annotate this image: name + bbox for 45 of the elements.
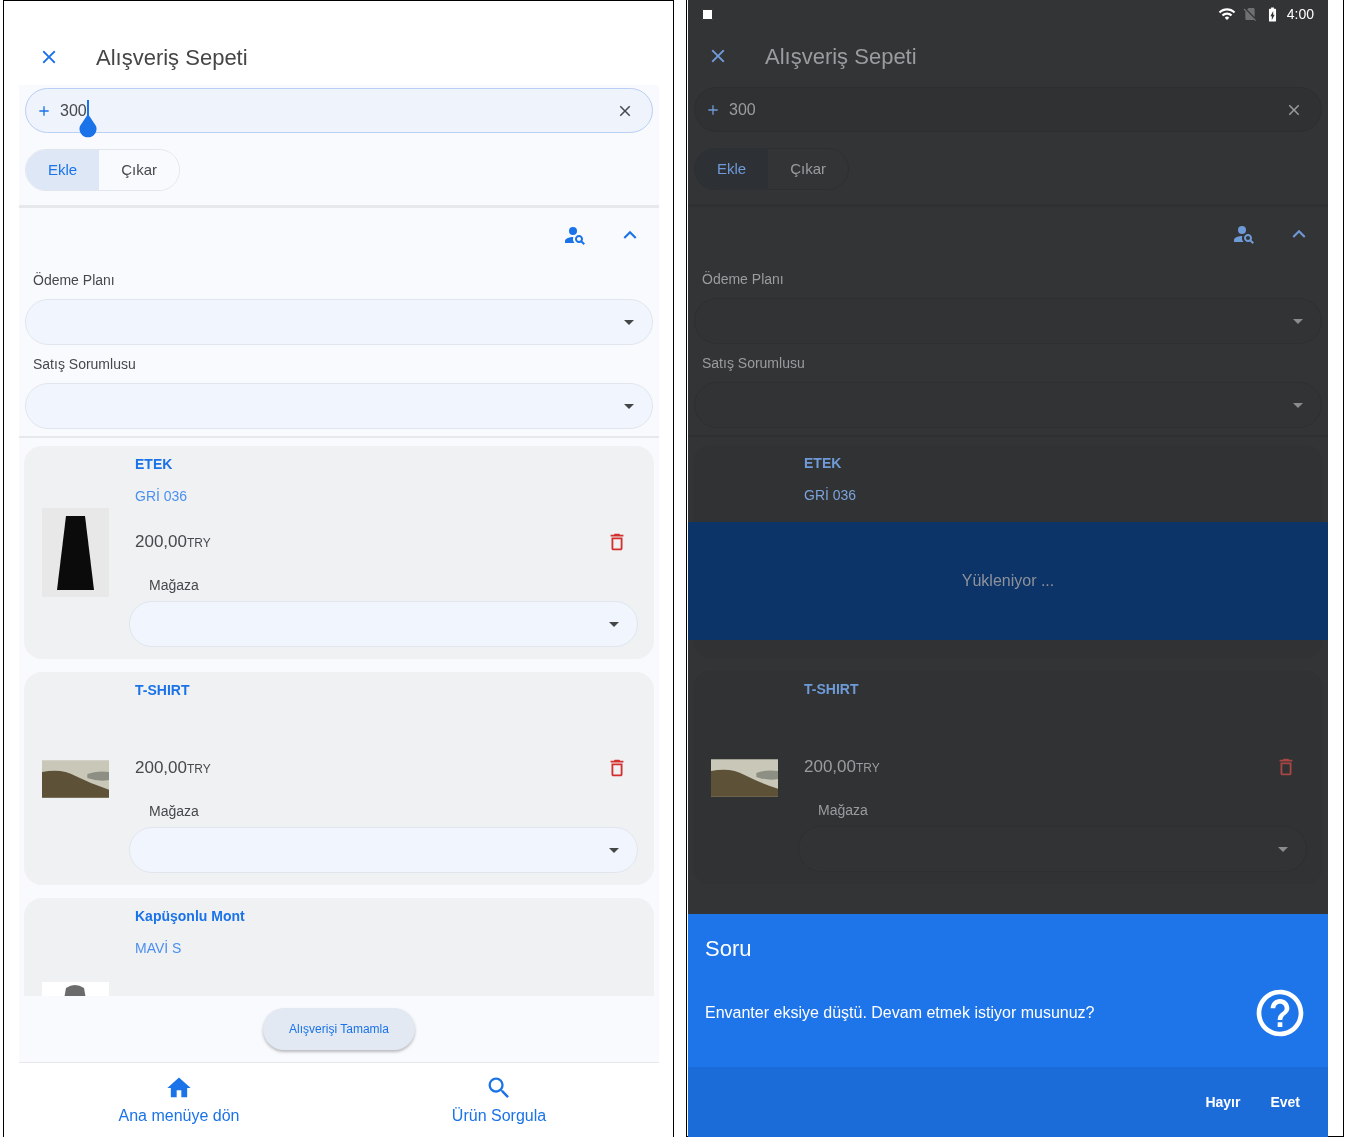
dialog-title: Soru — [705, 935, 753, 963]
dialog-message: Envanter eksiye düştü. Devam etmek istiyor musunuz? — [705, 1003, 1095, 1023]
caret-icon — [624, 403, 634, 409]
product-name: ETEK — [804, 453, 842, 473]
store-label: Mağaza — [149, 575, 199, 595]
store-label: Mağaza — [818, 800, 868, 820]
product-variant: GRİ 036 — [804, 485, 857, 505]
caret-icon — [609, 847, 619, 853]
product-name: Kapüşonlu Mont — [135, 906, 245, 926]
field-label: Ödeme Planı — [33, 271, 115, 290]
dropdown-field[interactable] — [694, 382, 1322, 428]
field-label: Satış Sorumlusu — [702, 353, 805, 373]
nav-item[interactable]: Ana menüye dön — [19, 1063, 339, 1137]
toggle-segment[interactable]: Ekle — [26, 150, 100, 190]
store-label: Mağaza — [149, 801, 199, 821]
product-variant: GRİ 036 — [135, 486, 188, 506]
wifi-icon — [1217, 5, 1236, 23]
caret-icon — [609, 621, 619, 627]
product-name: T-SHIRT — [135, 680, 190, 700]
quantity-field[interactable]: 300 — [694, 87, 1322, 132]
caret-icon — [1278, 846, 1288, 852]
product-price: 200,00TRY — [135, 531, 211, 554]
dialog-button[interactable]: Evet — [1262, 1084, 1308, 1120]
nav-item[interactable]: Ürün Sorgula — [339, 1063, 659, 1137]
no-sim-icon — [1241, 6, 1258, 22]
caret-icon — [624, 319, 634, 325]
toggle-segment[interactable]: Ekle — [695, 149, 769, 189]
caret-icon — [1293, 402, 1303, 408]
landscape-photo — [711, 758, 778, 797]
status-time: 4:00 — [1286, 4, 1314, 24]
field-label: Satış Sorumlusu — [33, 354, 136, 374]
loading-text: Yükleniyor ... — [961, 571, 1055, 591]
field-label: Ödeme Planı — [702, 270, 784, 289]
page-title: Alışveriş Sepeti — [96, 43, 248, 72]
product-price: 200,00TRY — [804, 756, 880, 779]
product-name: T-SHIRT — [804, 679, 859, 699]
complete-purchase-button[interactable]: Alışverişi Tamamla — [263, 1008, 415, 1050]
caret-icon — [1293, 318, 1303, 324]
product-name: ETEK — [135, 454, 173, 474]
product-variant: MAVİ S — [135, 938, 182, 958]
product-price: 200,00TRY — [135, 757, 211, 780]
page-title: Alışveriş Sepeti — [765, 42, 917, 71]
dialog-button[interactable]: Hayır — [1197, 1084, 1249, 1120]
dropdown-field[interactable] — [694, 298, 1322, 344]
landscape-photo — [42, 759, 109, 798]
